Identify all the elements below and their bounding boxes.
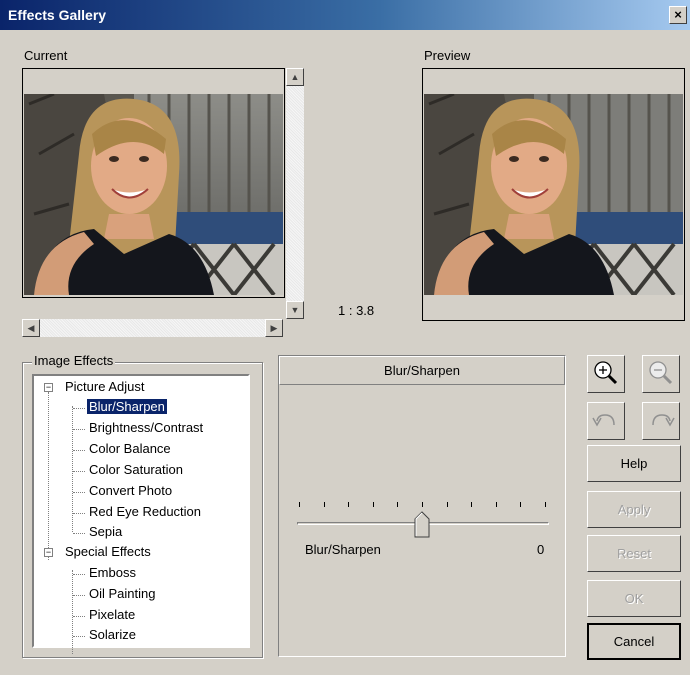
reset-button[interactable]: Reset	[587, 535, 681, 572]
preview-label: Preview	[424, 48, 471, 63]
image-effects-label: Image Effects	[32, 353, 116, 368]
tree-item-color-saturation[interactable]: Color Saturation	[89, 462, 183, 477]
slider-value: 0	[537, 542, 545, 557]
slider-tick	[447, 502, 448, 507]
effect-settings-header: Blur/Sharpen	[279, 356, 565, 385]
scroll-up-button[interactable]: ▲	[286, 68, 304, 86]
slider-tick	[373, 502, 374, 507]
effect-settings-panel: Blur/Sharpen Blur/Sharpen 0	[278, 355, 566, 657]
expander-special-effects[interactable]: −	[44, 548, 53, 557]
zoom-in-icon	[594, 361, 618, 385]
tree-item-sepia[interactable]: Sepia	[89, 524, 122, 539]
title-bar: Effects Gallery ×	[0, 0, 690, 30]
slider-tick	[348, 502, 349, 507]
tree-category-picture-adjust[interactable]: Picture Adjust	[65, 379, 145, 394]
effects-gallery-window: Effects Gallery × Current ▲ ▼ ◀ ▶ 1: 3.…	[0, 0, 690, 675]
slider-tick	[299, 502, 300, 507]
tree-category-special-effects[interactable]: Special Effects	[65, 544, 151, 559]
zoom-out-button[interactable]	[642, 355, 680, 393]
current-photo	[24, 94, 283, 295]
rotate-right-icon	[652, 414, 675, 427]
tree-item-oil-painting[interactable]: Oil Painting	[89, 586, 155, 601]
slider-tick	[422, 502, 423, 507]
vertical-scrollbar-track[interactable]	[286, 86, 304, 304]
slider-tick	[397, 502, 398, 507]
preview-image-frame	[422, 68, 685, 321]
slider-thumb[interactable]	[414, 511, 430, 538]
tree-item-solarize[interactable]: Solarize	[89, 627, 136, 642]
apply-button[interactable]: Apply	[587, 491, 681, 528]
preview-photo	[424, 94, 683, 295]
rotate-left-icon	[592, 414, 615, 427]
slider-tick	[545, 502, 546, 507]
zoom-ratio: 1 : 3.8	[338, 303, 375, 318]
tree-item-emboss[interactable]: Emboss	[89, 565, 136, 580]
tree-item-color-balance[interactable]: Color Balance	[89, 441, 171, 456]
current-image-frame	[22, 68, 285, 298]
slider-ticks	[299, 502, 549, 510]
scroll-left-button[interactable]: ◀	[22, 319, 40, 337]
window-title: Effects Gallery	[8, 7, 107, 23]
tree-item-pixelate[interactable]: Pixelate	[89, 607, 135, 622]
close-button[interactable]: ×	[669, 6, 687, 24]
help-button[interactable]: Help	[587, 445, 681, 482]
slider-tick	[520, 502, 521, 507]
tree-item-red-eye-reduction[interactable]: Red Eye Reduction	[89, 504, 201, 519]
current-label: Current	[24, 48, 68, 63]
cancel-button[interactable]: Cancel	[587, 623, 681, 660]
scroll-right-button[interactable]: ▶	[265, 319, 283, 337]
slider-tick	[471, 502, 472, 507]
tree-item-convert-photo[interactable]: Convert Photo	[89, 483, 172, 498]
slider-tick	[496, 502, 497, 507]
rotate-left-button[interactable]	[587, 402, 625, 440]
slider-label: Blur/Sharpen	[305, 542, 381, 557]
expander-picture-adjust[interactable]: −	[44, 383, 53, 392]
zoom-in-button[interactable]	[587, 355, 625, 393]
zoom-out-icon	[649, 361, 673, 385]
horizontal-scrollbar-track[interactable]	[40, 319, 266, 337]
ok-button[interactable]: OK	[587, 580, 681, 617]
rotate-right-button[interactable]	[642, 402, 680, 440]
tree-item-brightness-contrast[interactable]: Brightness/Contrast	[89, 420, 203, 435]
slider-tick	[324, 502, 325, 507]
scroll-down-button[interactable]: ▼	[286, 301, 304, 319]
effects-tree[interactable]: − Picture Adjust Blur/Sharpen Brightness…	[32, 374, 250, 654]
tree-item-blur-sharpen[interactable]: Blur/Sharpen	[87, 399, 167, 414]
